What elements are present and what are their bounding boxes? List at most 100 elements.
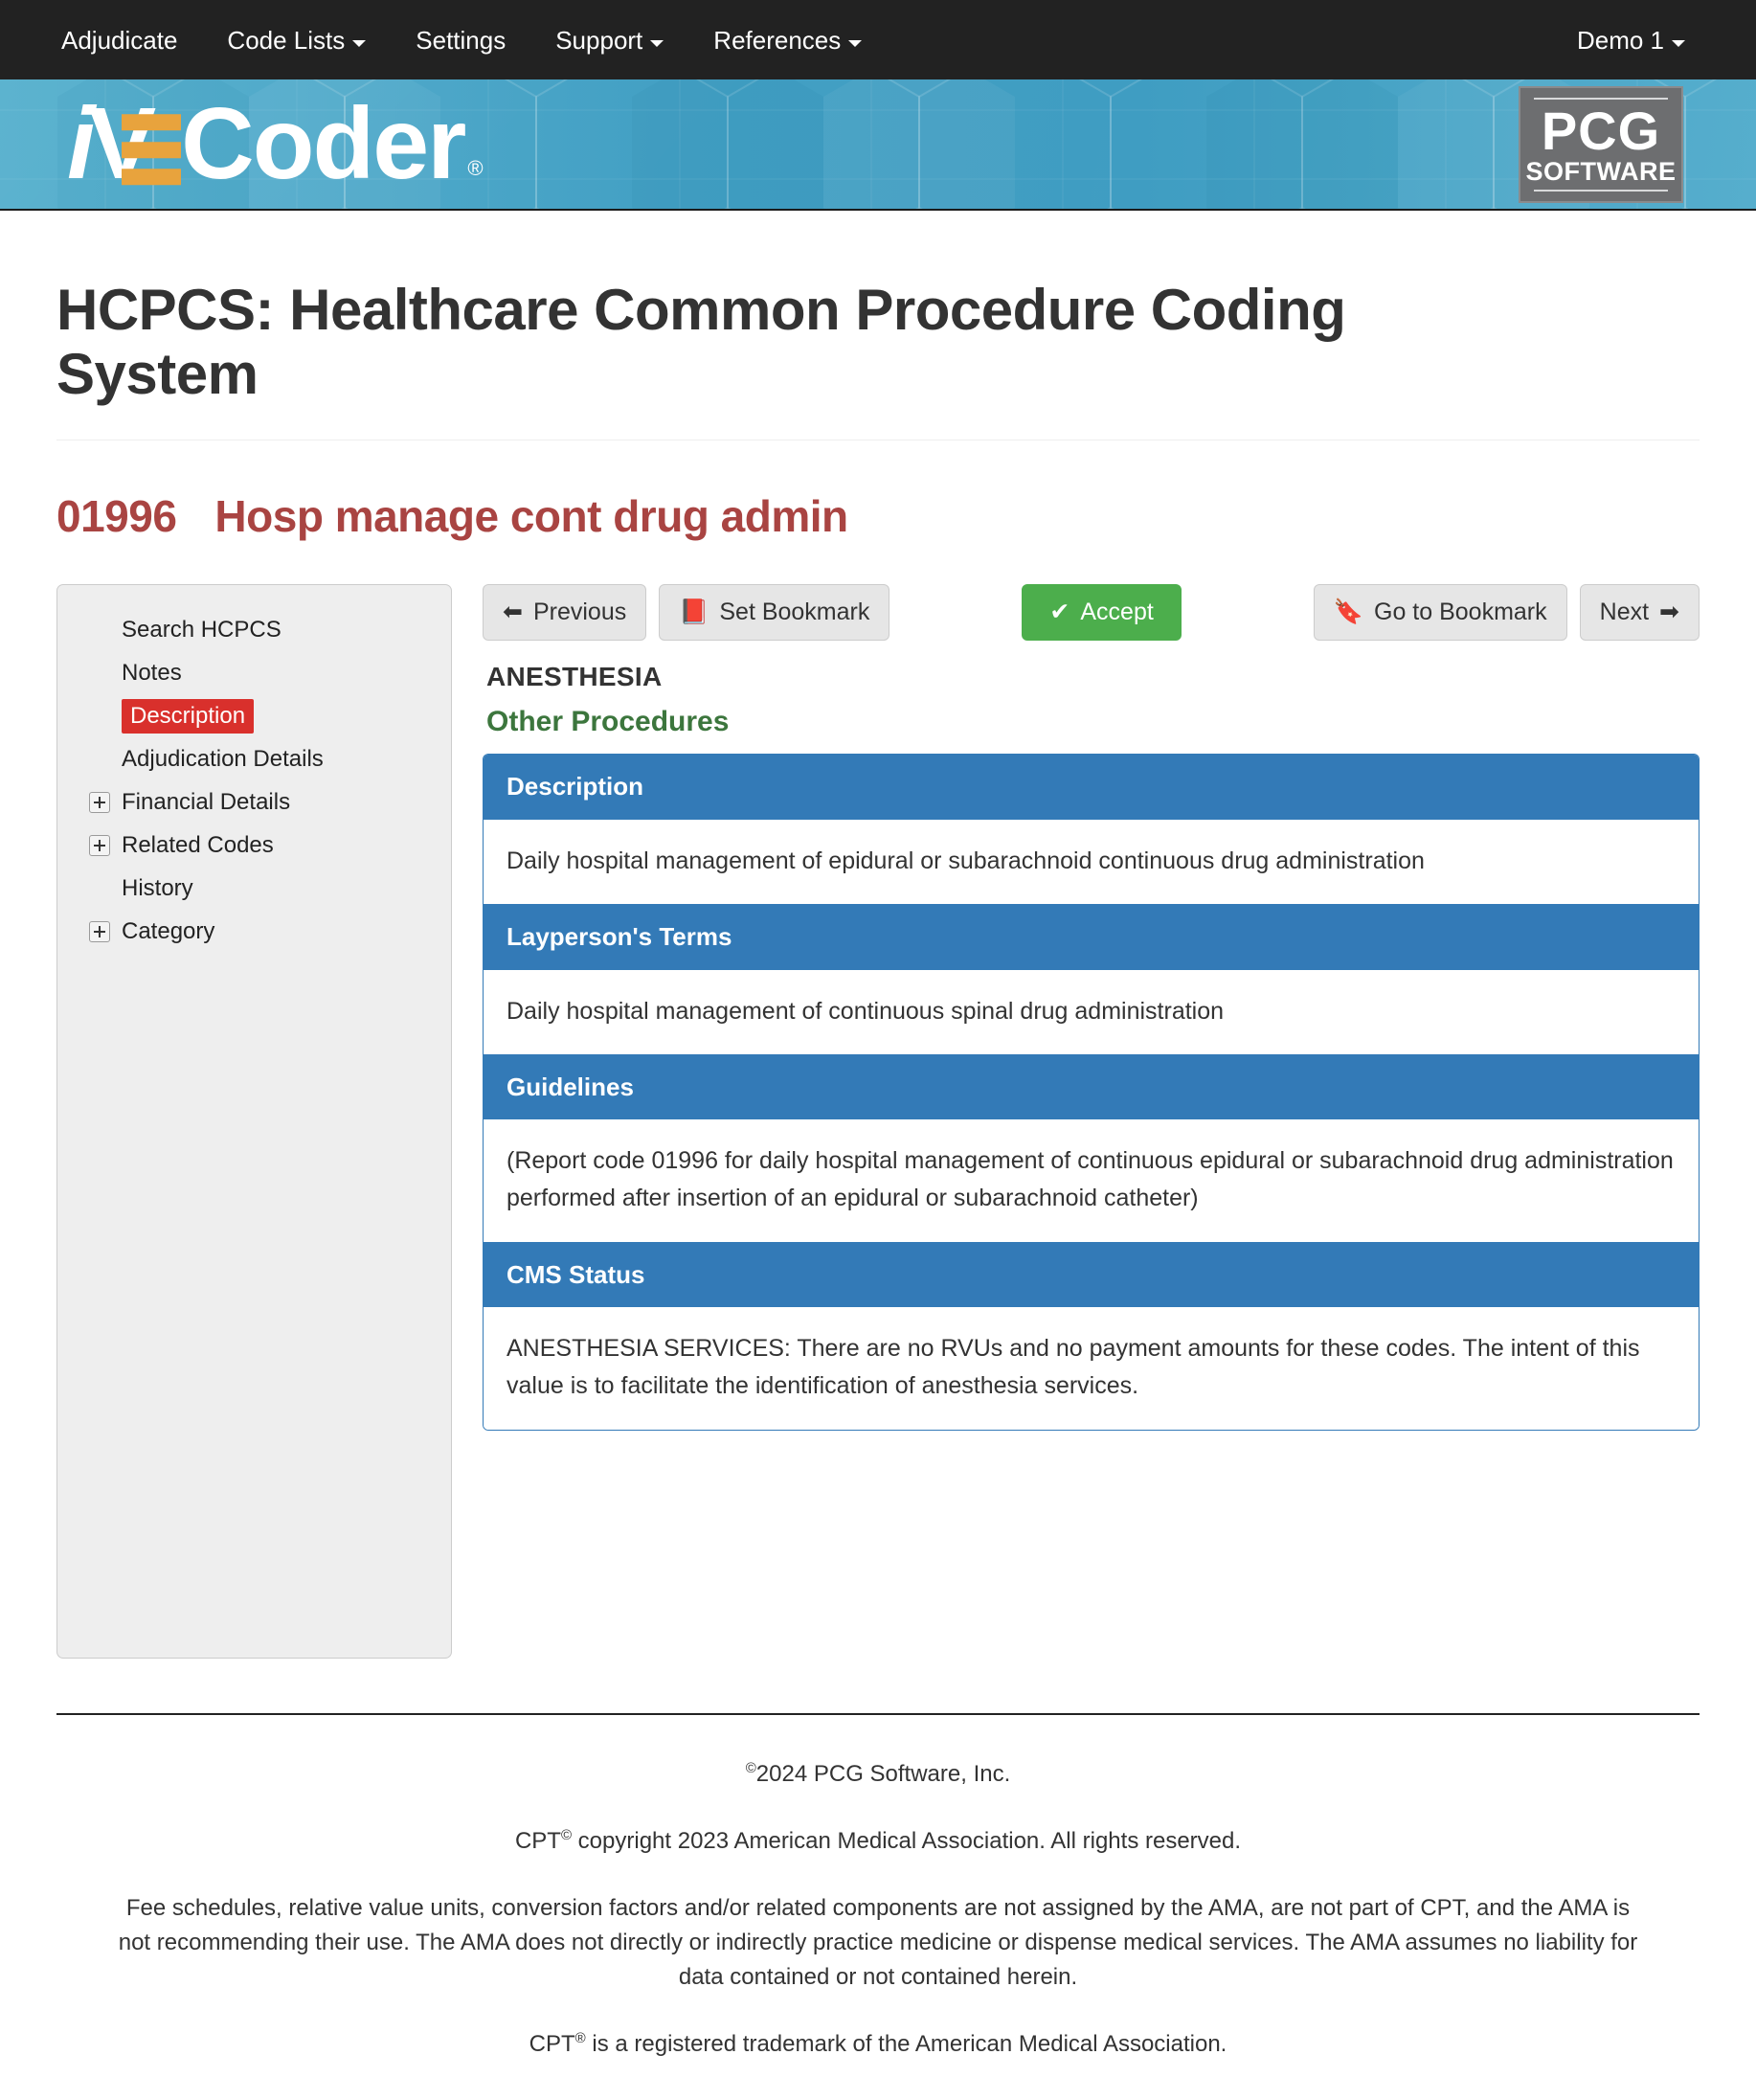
navbar-user-area: Demo 1 — [1577, 28, 1710, 53]
next-button-label: Next — [1599, 598, 1650, 626]
logo-text-coder: Coder — [181, 86, 466, 200]
copyright-symbol-icon: © — [745, 1760, 756, 1777]
pcg-logo-sub: SOFTWARE — [1525, 156, 1677, 186]
sidebar-item-label: Financial Details — [122, 788, 291, 815]
panel-cms-status: CMS Status ANESTHESIA SERVICES: There ar… — [484, 1241, 1699, 1430]
sidebar-item-history[interactable]: History — [57, 867, 451, 910]
bookmark-icon: 🔖 — [1333, 598, 1363, 626]
sidebar-item-label: History — [122, 874, 193, 901]
page-title: HCPCS: Healthcare Common Procedure Codin… — [56, 278, 1346, 407]
expand-plus-icon[interactable] — [89, 791, 110, 813]
chevron-down-icon — [352, 39, 367, 47]
check-icon: ✔ — [1049, 598, 1070, 626]
content-column: ⬅ Previous 📕 Set Bookmark ✔ Accept 🔖 Go … — [473, 584, 1700, 1431]
panel-header: CMS Status — [484, 1241, 1699, 1308]
page-container: HCPCS: Healthcare Common Procedure Codin… — [56, 278, 1700, 2100]
sidebar-item-notes[interactable]: Notes — [57, 651, 451, 694]
chevron-down-icon — [848, 39, 863, 47]
nav-item-label: Support — [555, 25, 643, 55]
previous-button[interactable]: ⬅ Previous — [483, 584, 647, 642]
expand-plus-icon[interactable] — [89, 834, 110, 856]
set-bookmark-button-label: Set Bookmark — [719, 598, 870, 626]
next-button[interactable]: Next ➡ — [1579, 584, 1700, 642]
sidebar-item-adjudication-details[interactable]: Adjudication Details — [57, 737, 451, 780]
panel-body: ANESTHESIA SERVICES: There are no RVUs a… — [484, 1307, 1699, 1430]
sidebar-item-financial-details[interactable]: Financial Details — [57, 780, 451, 824]
sidebar-item-label: Search HCPCS — [122, 616, 281, 643]
sidebar-item-related-codes[interactable]: Related Codes — [57, 824, 451, 867]
set-bookmark-button[interactable]: 📕 Set Bookmark — [659, 584, 890, 642]
footer-trademark: CPT® is a registered trademark of the Am… — [114, 2027, 1642, 2062]
top-navbar: Adjudicate Code Lists Settings Support R… — [0, 0, 1756, 79]
accept-button-label: Accept — [1080, 598, 1154, 626]
arrow-left-icon: ⬅ — [503, 598, 523, 626]
nav-item-label: References — [713, 25, 842, 55]
accept-button[interactable]: ✔ Accept — [1022, 584, 1182, 642]
panel-body: (Report code 01996 for daily hospital ma… — [484, 1119, 1699, 1242]
footer-copyright-text: 2024 PCG Software, Inc. — [755, 1761, 1011, 1788]
nav-item-references[interactable]: References — [688, 28, 887, 53]
sidebar-item-label: Related Codes — [122, 831, 274, 858]
go-to-bookmark-button-label: Go to Bookmark — [1374, 598, 1547, 626]
nav-item-user-menu[interactable]: Demo 1 — [1577, 28, 1710, 53]
sidebar-item-label: Notes — [122, 659, 182, 686]
panel-description: Description Daily hospital management of… — [484, 755, 1699, 905]
cpt-copyright-text: copyright 2023 American Medical Associat… — [572, 1828, 1242, 1855]
panel-header: Layperson's Terms — [484, 904, 1699, 970]
nav-item-label: Adjudicate — [61, 25, 178, 55]
logo-letter-e-bars — [122, 114, 182, 186]
code-number: 01996 — [56, 491, 177, 542]
user-menu-label: Demo 1 — [1576, 25, 1664, 55]
nav-item-adjudicate[interactable]: Adjudicate — [61, 28, 202, 53]
pcg-software-logo[interactable]: PCG SOFTWARE — [1519, 85, 1683, 203]
panel-header: Description — [484, 755, 1699, 820]
logo-divider-bottom — [1534, 189, 1668, 192]
footer-cpt-copyright: CPT© copyright 2023 American Medical Ass… — [114, 1824, 1642, 1859]
panel-body: Daily hospital management of continuous … — [484, 969, 1699, 1055]
sidebar-item-search-hcpcs[interactable]: Search HCPCS — [57, 608, 451, 651]
sidebar-item-category[interactable]: Category — [57, 910, 451, 953]
sidebar-item-description[interactable]: Description — [57, 694, 451, 737]
sidebar-item-label: Category — [122, 917, 215, 944]
pcg-logo-main: PCG — [1541, 100, 1661, 161]
code-heading: 01996 Hosp manage cont drug admin — [56, 490, 1700, 542]
section-heading: ANESTHESIA — [486, 662, 663, 692]
previous-button-label: Previous — [532, 598, 627, 626]
sidebar-nav: Search HCPCS Notes Description Adjudicat… — [56, 584, 452, 1660]
nav-item-label: Code Lists — [227, 25, 346, 55]
detail-panel-group: Description Daily hospital management of… — [483, 754, 1700, 1431]
panel-guidelines: Guidelines (Report code 01996 for daily … — [484, 1054, 1699, 1242]
registered-symbol-icon: ® — [574, 2030, 586, 2047]
footer-copyright: ©2024 PCG Software, Inc. — [114, 1757, 1642, 1792]
nav-item-code-lists[interactable]: Code Lists — [202, 28, 391, 53]
panel-header: Guidelines — [484, 1054, 1699, 1120]
logo-divider-top — [1534, 97, 1668, 100]
code-description: Hosp manage cont drug admin — [214, 491, 848, 542]
arrow-right-icon: ➡ — [1659, 598, 1679, 626]
book-icon: 📕 — [679, 598, 709, 626]
panel-laypersons-terms: Layperson's Terms Daily hospital managem… — [484, 904, 1699, 1055]
chevron-down-icon — [1672, 39, 1685, 47]
page-footer: ©2024 PCG Software, Inc. CPT© copyright … — [56, 1715, 1700, 2100]
registered-mark-icon: ® — [467, 156, 484, 181]
nav-item-label: Settings — [416, 25, 507, 55]
panel-body: Daily hospital management of epidural or… — [484, 819, 1699, 905]
go-to-bookmark-button[interactable]: 🔖 Go to Bookmark — [1313, 584, 1567, 642]
sidebar-item-label: Adjudication Details — [122, 745, 324, 772]
ivecoder-logo[interactable]: i V Coder ® — [67, 86, 484, 200]
cpt-label: CPT — [529, 2031, 575, 2058]
sidebar-item-label: Description — [122, 699, 255, 734]
section-subheading: Other Procedures — [486, 706, 730, 738]
footer-disclaimer: Fee schedules, relative value units, con… — [118, 1895, 1638, 1991]
brand-banner: i V Coder ® PCG SOFTWARE — [0, 79, 1756, 211]
navbar-menu: Adjudicate Code Lists Settings Support R… — [61, 28, 887, 53]
trademark-text: is a registered trademark of the America… — [585, 2031, 1227, 2058]
chevron-down-icon — [650, 39, 664, 47]
expand-plus-icon[interactable] — [89, 920, 110, 942]
main-row: Search HCPCS Notes Description Adjudicat… — [56, 584, 1700, 1660]
copyright-symbol-icon: © — [560, 1827, 573, 1844]
nav-item-support[interactable]: Support — [530, 28, 688, 53]
cpt-label: CPT — [514, 1828, 561, 1855]
record-toolbar: ⬅ Previous 📕 Set Bookmark ✔ Accept 🔖 Go … — [483, 584, 1700, 642]
nav-item-settings[interactable]: Settings — [391, 28, 530, 53]
